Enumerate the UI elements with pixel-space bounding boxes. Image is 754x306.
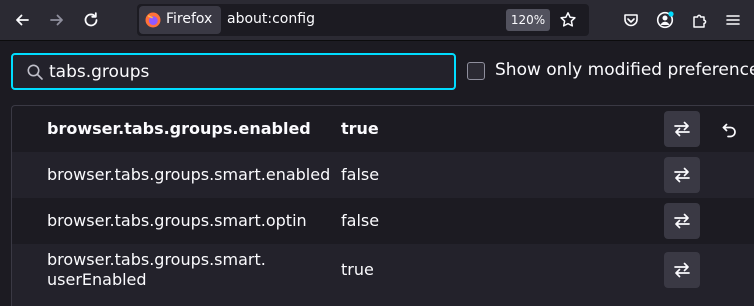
toggle-button[interactable] xyxy=(664,111,700,147)
toggle-arrows-icon xyxy=(674,167,690,183)
pref-value[interactable]: true xyxy=(341,119,379,138)
bookmark-button[interactable] xyxy=(556,8,580,32)
pref-name: browser.tabs.groups.smart.enabled xyxy=(47,165,331,184)
search-box[interactable] xyxy=(11,53,456,90)
table-row: browser.tabs.groups.enabled true xyxy=(12,106,754,152)
identity-box[interactable]: Firefox xyxy=(139,6,221,34)
pref-name: browser.tabs.groups.smart. userEnabled xyxy=(47,250,266,290)
firefox-logo-icon xyxy=(145,12,161,28)
reload-icon xyxy=(84,12,98,27)
account-button[interactable] xyxy=(649,4,681,36)
search-input[interactable] xyxy=(47,58,446,86)
pref-name: browser.tabs.groups.enabled xyxy=(47,119,311,138)
pref-value[interactable]: false xyxy=(341,165,379,184)
hamburger-icon xyxy=(726,15,740,25)
reload-button[interactable] xyxy=(75,4,107,36)
toggle-arrows-icon xyxy=(674,121,690,137)
table-row: browser.tabs.groups.smart.enabled false xyxy=(12,152,754,198)
toggle-button[interactable] xyxy=(664,203,700,239)
reset-button[interactable] xyxy=(714,114,744,144)
show-modified-checkbox[interactable] xyxy=(467,62,485,80)
pref-value[interactable]: true xyxy=(341,260,374,279)
pocket-button[interactable] xyxy=(615,4,647,36)
app-menu-button[interactable] xyxy=(717,4,749,36)
url-bar[interactable]: Firefox about:config 120% xyxy=(137,4,589,36)
pref-name-line-2: userEnabled xyxy=(47,270,147,289)
preferences-table: browser.tabs.groups.enabled true browser… xyxy=(11,105,754,306)
toggle-arrows-icon xyxy=(674,213,690,229)
zoom-indicator[interactable]: 120% xyxy=(506,9,550,31)
pocket-icon xyxy=(624,14,638,27)
table-row: browser.tabs.groups.smart. userEnabled t… xyxy=(12,244,754,306)
pref-value[interactable]: false xyxy=(341,211,379,230)
back-button[interactable] xyxy=(6,4,38,36)
account-icon xyxy=(656,11,674,29)
identity-label: Firefox xyxy=(166,11,213,27)
star-icon xyxy=(560,12,576,27)
toggle-button[interactable] xyxy=(664,252,700,288)
arrow-left-icon xyxy=(16,14,29,26)
forward-button[interactable] xyxy=(41,4,73,36)
table-row: browser.tabs.groups.smart.optin false xyxy=(12,198,754,244)
extensions-button[interactable] xyxy=(684,4,716,36)
toggle-button[interactable] xyxy=(664,157,700,193)
show-modified-label[interactable]: Show only modified preferences xyxy=(495,60,754,80)
puzzle-icon xyxy=(693,14,707,28)
url-text[interactable]: about:config xyxy=(227,11,315,27)
arrow-right-icon xyxy=(50,14,63,26)
navigation-toolbar: Firefox about:config 120% xyxy=(0,0,754,41)
undo-icon xyxy=(722,123,736,138)
pref-name: browser.tabs.groups.smart.optin xyxy=(47,211,307,230)
pref-name-line-1: browser.tabs.groups.smart. xyxy=(47,250,266,269)
toggle-arrows-icon xyxy=(674,262,690,278)
search-icon xyxy=(27,64,43,80)
